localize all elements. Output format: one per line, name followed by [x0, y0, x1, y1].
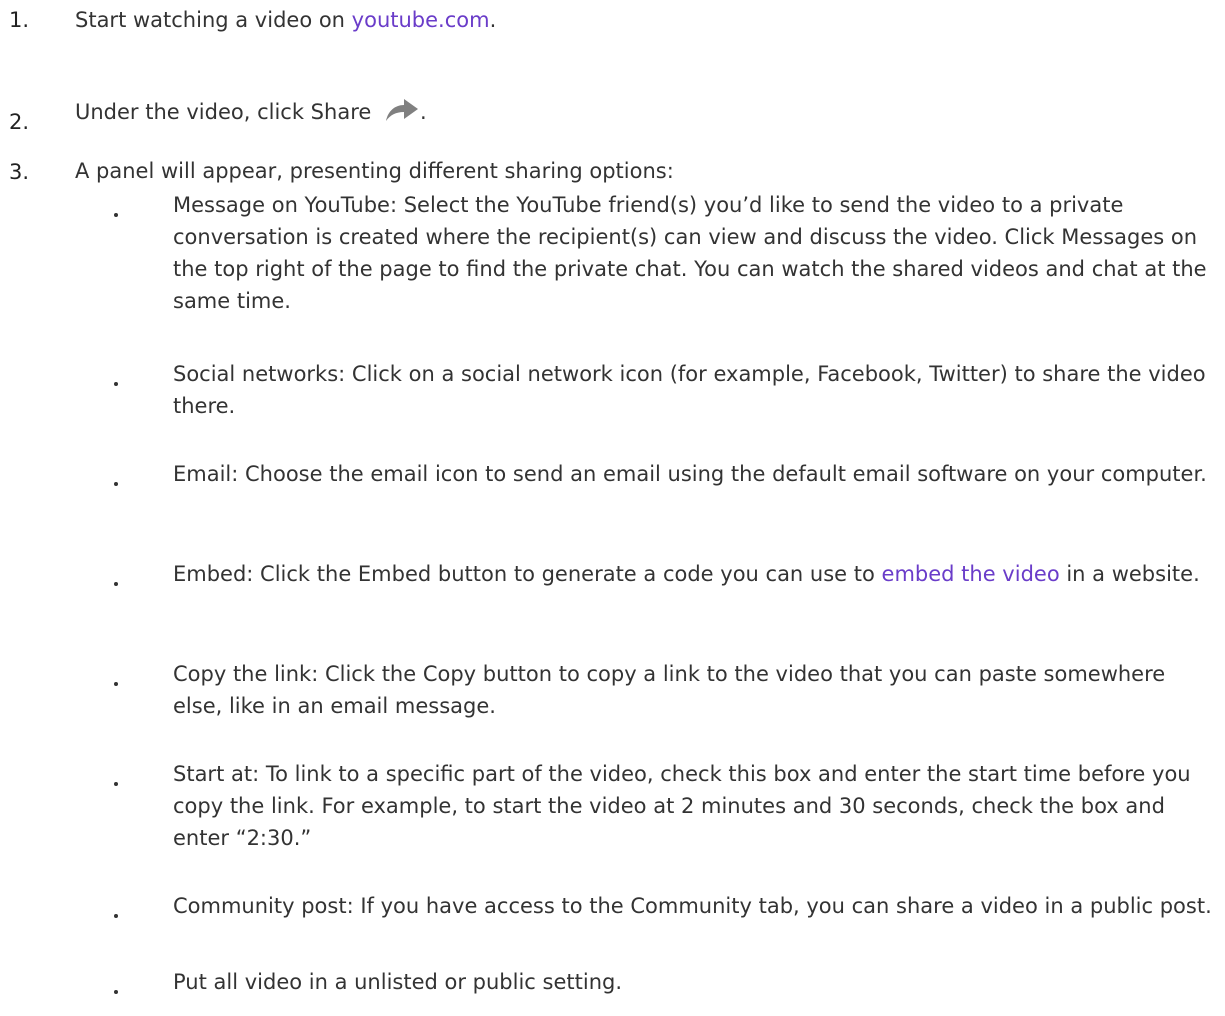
- step-text-before: Start watching a video on: [75, 8, 352, 32]
- step-text: A panel will appear, presenting differen…: [75, 159, 674, 183]
- bullet-dot: [114, 382, 118, 386]
- bullet-text: Copy the link: Click the Copy button to …: [173, 662, 1166, 718]
- step-text: Start watching a video on youtube.com.: [75, 4, 496, 36]
- step-text: Under the video, click Share .: [75, 96, 427, 132]
- bullet-text: Email: Choose the email icon to send an …: [173, 462, 1207, 486]
- bullet-dot: [114, 582, 118, 586]
- step-text-after: .: [419, 100, 427, 124]
- share-arrow-icon: [384, 97, 420, 132]
- bullet-text: Embed: Click the Embed button to generat…: [173, 558, 1218, 590]
- bullet-dot: [114, 914, 118, 918]
- step-text-after: .: [489, 8, 497, 32]
- bullet-dot: [114, 990, 118, 994]
- bullet-text: Message on YouTube: Select the YouTube f…: [173, 193, 1207, 313]
- bullet-dot: [114, 782, 118, 786]
- step-number: 3.: [9, 160, 30, 184]
- youtube-link[interactable]: youtube.com: [352, 8, 490, 32]
- bullet-dot: [114, 213, 118, 217]
- step-text-before: Under the video, click Share: [75, 100, 372, 124]
- step-number: 1.: [9, 8, 30, 32]
- bullet-text: Start at: To link to a specific part of …: [173, 762, 1191, 850]
- bullet-dot: [114, 482, 118, 486]
- bullet-text: Put all video in a unlisted or public se…: [173, 970, 623, 994]
- bullet-text: Social networks: Click on a social netwo…: [173, 362, 1206, 418]
- step-number: 2.: [9, 110, 30, 134]
- bullet-text-before: Embed: Click the Embed button to generat…: [173, 562, 882, 586]
- bullet-text: Community post: If you have access to th…: [173, 894, 1212, 918]
- bullet-dot: [114, 682, 118, 686]
- embed-video-link[interactable]: embed the video: [882, 562, 1060, 586]
- bullet-text-after: in a website.: [1059, 562, 1200, 586]
